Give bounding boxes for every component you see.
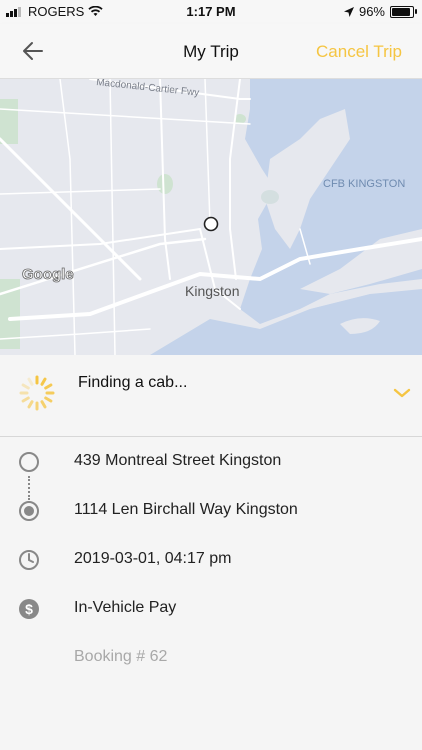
chevron-down-icon[interactable] — [392, 386, 412, 400]
pickup-row: 439 Montreal Street Kingston — [0, 441, 422, 481]
status-right: 96% — [343, 4, 417, 19]
booking-number: Booking # 62 — [74, 648, 168, 665]
map-park — [0, 99, 18, 144]
datetime-row: 2019-03-01, 04:17 pm — [0, 539, 422, 579]
map-park — [157, 174, 173, 194]
map-canvas: Macdonald-Cartier Fwy CFB KINGSTON Kings… — [0, 79, 422, 355]
dropoff-target-icon — [19, 501, 39, 521]
payment-method: In-Vehicle Pay — [74, 599, 177, 616]
google-logo: Google — [22, 266, 74, 283]
pickup-address: 439 Montreal Street Kingston — [74, 452, 282, 469]
dropoff-row: 1114 Len Birchall Way Kingston — [0, 490, 422, 530]
nav-bar: My Trip Cancel Trip — [0, 24, 422, 79]
arrow-left-icon — [23, 42, 43, 60]
pickup-circle-icon — [19, 452, 39, 472]
battery-icon — [390, 5, 417, 18]
trip-status-text: Finding a cab... — [78, 374, 188, 391]
pickup-marker-icon — [203, 216, 219, 232]
loading-spinner-icon — [19, 375, 55, 411]
back-button[interactable] — [18, 38, 48, 64]
svg-text:$: $ — [25, 601, 33, 617]
payment-row: $ In-Vehicle Pay — [0, 588, 422, 628]
clock-icon — [19, 550, 39, 570]
trip-datetime: 2019-03-01, 04:17 pm — [74, 550, 232, 567]
trip-status-row[interactable]: Finding a cab... — [0, 356, 422, 437]
map-park — [261, 190, 279, 204]
map-label-city: Kingston — [185, 283, 239, 299]
location-arrow-icon — [343, 6, 354, 17]
dropoff-address: 1114 Len Birchall Way Kingston — [74, 501, 298, 518]
dollar-icon: $ — [19, 599, 39, 619]
map-label-base: CFB KINGSTON — [323, 178, 405, 190]
status-bar: ROGERS 1:17 PM 96% — [0, 0, 422, 24]
cancel-trip-button[interactable]: Cancel Trip — [316, 42, 402, 62]
trip-map[interactable]: Macdonald-Cartier Fwy CFB KINGSTON Kings… — [0, 79, 422, 355]
battery-percent: 96% — [358, 4, 385, 19]
